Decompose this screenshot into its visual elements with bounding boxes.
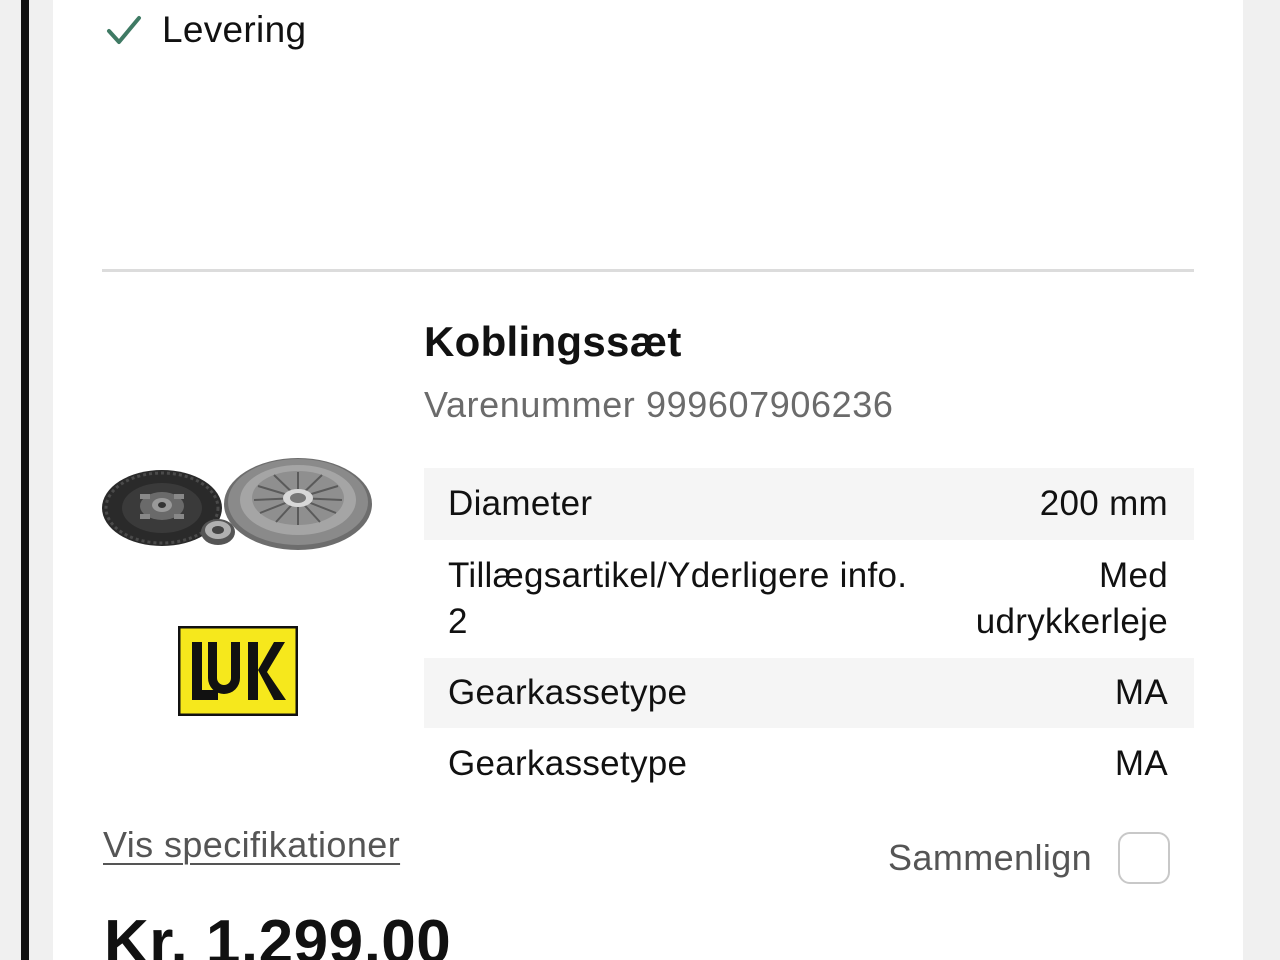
spec-key: Diameter [448,484,593,523]
spec-value: MA [1114,673,1168,712]
spec-row: Gearkassetype MA [424,658,1194,728]
spec-row: Tillægsartikel/Yderligere info. 2 Med ud… [424,540,1194,658]
spec-value: Med udrykkerleje [975,556,1168,641]
left-border [21,0,29,960]
spec-value: 200 mm [1039,484,1168,523]
show-specifications-link[interactable]: Vis specifikationer [103,824,400,866]
page: Levering Koblingssæt Varenummer 99960790… [0,0,1280,960]
product-sku: Varenummer 999607906236 [424,384,894,425]
spec-key: Gearkassetype [448,673,688,712]
compare-control[interactable]: Sammenlign [888,832,1171,884]
spec-key: Gearkassetype [448,744,688,783]
delivery-label: Levering [162,9,307,50]
product-title: Koblingssæt [424,318,682,365]
divider [102,269,1194,272]
spec-value: MA [1114,744,1168,783]
compare-label: Sammenlign [888,837,1093,878]
spec-key: Tillægsartikel/Yderligere info. 2 [448,556,908,641]
check-icon [107,16,141,44]
product-price: Kr. 1.299,00 [104,908,452,960]
clutch-kit-image[interactable] [100,450,376,560]
spec-row: Gearkassetype MA [424,728,1194,800]
spec-row: Diameter 200 mm [424,468,1194,540]
luk-logo [178,626,298,716]
delivery-status: Levering [104,8,306,52]
spec-table: Diameter 200 mm Tillægsartikel/Yderliger… [424,468,1194,800]
compare-checkbox[interactable] [1118,832,1171,884]
